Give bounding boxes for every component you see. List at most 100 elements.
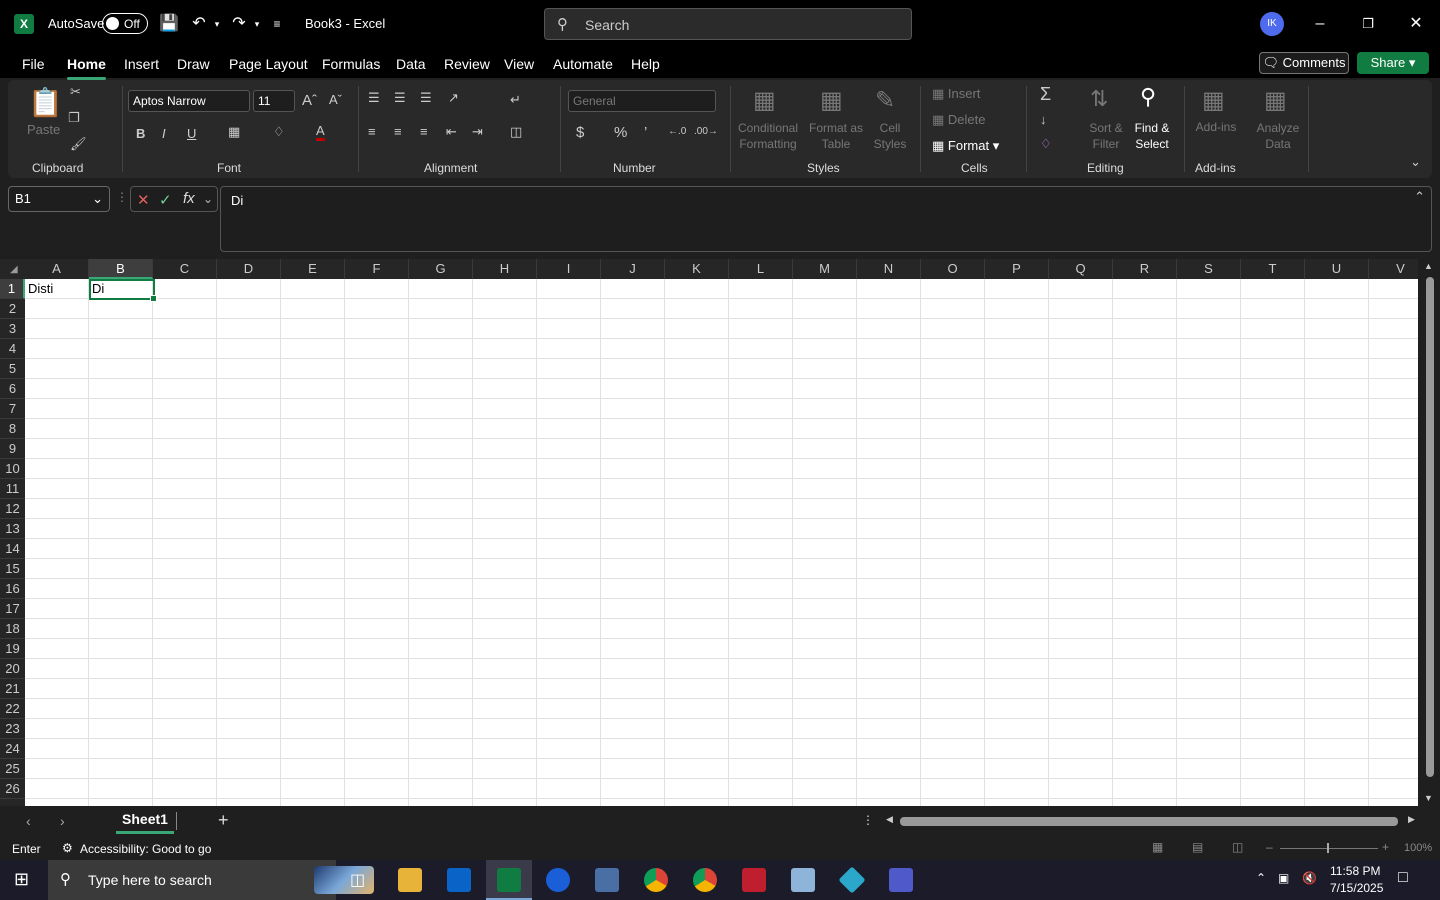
increase-font-icon[interactable]: Aˆ <box>302 92 317 109</box>
customize-toolbar-icon[interactable]: ≡ <box>266 13 288 35</box>
cell-grid[interactable]: Disti Di <box>25 279 1418 806</box>
chevron-down-icon[interactable]: ⌄ <box>203 192 213 206</box>
more-options-icon[interactable]: ⋮ <box>862 813 874 827</box>
column-header[interactable]: U <box>1305 259 1369 279</box>
autosum-icon[interactable]: Σ <box>1040 84 1051 105</box>
next-sheet-icon[interactable]: › <box>60 813 65 829</box>
zoom-app-icon[interactable] <box>546 868 570 892</box>
vpn-app-icon[interactable] <box>838 866 866 894</box>
row-header[interactable]: 5 <box>0 359 25 379</box>
row-header[interactable]: 25 <box>0 759 25 779</box>
conditional-formatting-button[interactable]: Conditional Formatting <box>732 120 804 152</box>
tab-help[interactable]: Help <box>631 56 660 72</box>
borders-icon[interactable]: ▦ <box>228 124 240 140</box>
align-top-icon[interactable]: ☰ <box>368 90 380 106</box>
file-explorer-icon[interactable] <box>398 868 422 892</box>
close-icon[interactable]: ✕ <box>1404 12 1428 36</box>
tab-review[interactable]: Review <box>444 56 490 72</box>
save-icon[interactable]: 💾 <box>158 13 180 35</box>
percent-icon[interactable]: % <box>614 124 627 141</box>
redo-dropdown-icon[interactable]: ▾ <box>246 13 268 35</box>
column-header[interactable]: O <box>921 259 985 279</box>
restore-icon[interactable]: ❐ <box>1356 12 1380 36</box>
column-header[interactable]: A <box>25 259 89 279</box>
row-header[interactable]: 11 <box>0 479 25 499</box>
column-header[interactable]: H <box>473 259 537 279</box>
filezilla-icon[interactable] <box>742 868 766 892</box>
cut-icon[interactable]: ✂ <box>70 84 81 100</box>
row-header[interactable]: 13 <box>0 519 25 539</box>
find-select-button[interactable]: Find & Select <box>1128 120 1176 152</box>
row-header[interactable]: 4 <box>0 339 25 359</box>
column-header[interactable]: Q <box>1049 259 1113 279</box>
vertical-scroll-thumb[interactable] <box>1426 277 1434 777</box>
row-header[interactable]: 18 <box>0 619 25 639</box>
font-size-select[interactable]: 11 <box>253 90 295 112</box>
search-box[interactable]: ⚲ Search <box>544 8 912 40</box>
column-header[interactable]: L <box>729 259 793 279</box>
column-header[interactable]: J <box>601 259 665 279</box>
addins-icon[interactable]: ▦ <box>1202 86 1225 115</box>
name-box[interactable]: B1 ⌄ <box>8 186 110 212</box>
row-header[interactable]: 19 <box>0 639 25 659</box>
row-header[interactable]: 2 <box>0 299 25 319</box>
tab-view[interactable]: View <box>504 56 534 72</box>
addins-button[interactable]: Add-ins <box>1194 120 1238 134</box>
align-bottom-icon[interactable]: ☰ <box>420 90 432 106</box>
increase-indent-icon[interactable]: ⇥ <box>472 124 483 140</box>
row-header[interactable]: 3 <box>0 319 25 339</box>
paste-icon[interactable]: 📋 <box>28 86 63 119</box>
enter-icon[interactable]: ✓ <box>159 191 172 209</box>
clear-icon[interactable]: ♢ <box>1040 136 1052 152</box>
row-header[interactable]: 7 <box>0 399 25 419</box>
collapse-formula-icon[interactable]: ⌃ <box>1414 189 1425 205</box>
fill-color-icon[interactable]: ♢ <box>273 124 285 140</box>
zoom-out-icon[interactable]: – <box>1266 840 1273 854</box>
zoom-slider[interactable] <box>1280 848 1378 849</box>
format-painter-icon[interactable]: 🖌 <box>70 136 87 152</box>
column-header[interactable]: P <box>985 259 1049 279</box>
scroll-up-icon[interactable]: ▲ <box>1424 261 1433 271</box>
row-header[interactable]: 9 <box>0 439 25 459</box>
format-as-table-icon[interactable]: ▦ <box>820 86 843 115</box>
conditional-formatting-icon[interactable]: ▦ <box>753 86 776 115</box>
tab-draw[interactable]: Draw <box>177 56 210 72</box>
page-layout-view-icon[interactable]: ▤ <box>1192 840 1203 854</box>
notes-app-icon[interactable] <box>791 868 815 892</box>
find-select-icon[interactable]: ⚲ <box>1140 84 1156 110</box>
insert-cells-button[interactable]: ▦ Insert <box>932 86 980 102</box>
row-header[interactable]: 12 <box>0 499 25 519</box>
row-header[interactable]: 17 <box>0 599 25 619</box>
row-header[interactable]: 24 <box>0 739 25 759</box>
paste-button[interactable]: Paste <box>27 122 60 137</box>
volume-muted-icon[interactable]: 🔇 <box>1302 871 1317 885</box>
underline-button[interactable]: U <box>187 126 196 141</box>
clock-time[interactable]: 11:58 PM <box>1330 864 1380 878</box>
page-break-view-icon[interactable]: ◫ <box>1232 840 1243 854</box>
ribbon-collapse-icon[interactable]: ⌄ <box>1410 154 1421 170</box>
column-header[interactable]: B <box>89 259 153 279</box>
number-format-select[interactable]: General <box>568 90 716 112</box>
comma-style-icon[interactable]: ’ <box>644 124 647 141</box>
prev-sheet-icon[interactable]: ‹ <box>26 813 31 829</box>
undo-dropdown-icon[interactable]: ▾ <box>206 13 228 35</box>
increase-decimal-icon[interactable]: ←.0 <box>668 126 686 137</box>
tab-page-layout[interactable]: Page Layout <box>229 56 308 72</box>
column-header[interactable]: R <box>1113 259 1177 279</box>
format-as-table-button[interactable]: Format as Table <box>808 120 864 152</box>
tab-file[interactable]: File <box>22 56 45 72</box>
align-left-icon[interactable]: ≡ <box>368 124 376 139</box>
row-header[interactable]: 22 <box>0 699 25 719</box>
merge-center-icon[interactable]: ◫ <box>510 124 522 140</box>
formula-input[interactable]: Di ⌃ <box>220 186 1432 252</box>
tab-automate[interactable]: Automate <box>553 56 613 72</box>
column-header[interactable]: D <box>217 259 281 279</box>
row-header[interactable]: 26 <box>0 779 25 799</box>
tab-home[interactable]: Home <box>67 56 106 80</box>
row-header[interactable]: 14 <box>0 539 25 559</box>
orientation-icon[interactable]: ↗ <box>448 90 459 106</box>
decrease-decimal-icon[interactable]: .00→ <box>694 126 718 137</box>
row-header[interactable]: 1 <box>0 279 25 299</box>
network-icon[interactable]: ▣ <box>1278 871 1289 885</box>
clock-date[interactable]: 7/15/2025 <box>1330 881 1383 895</box>
